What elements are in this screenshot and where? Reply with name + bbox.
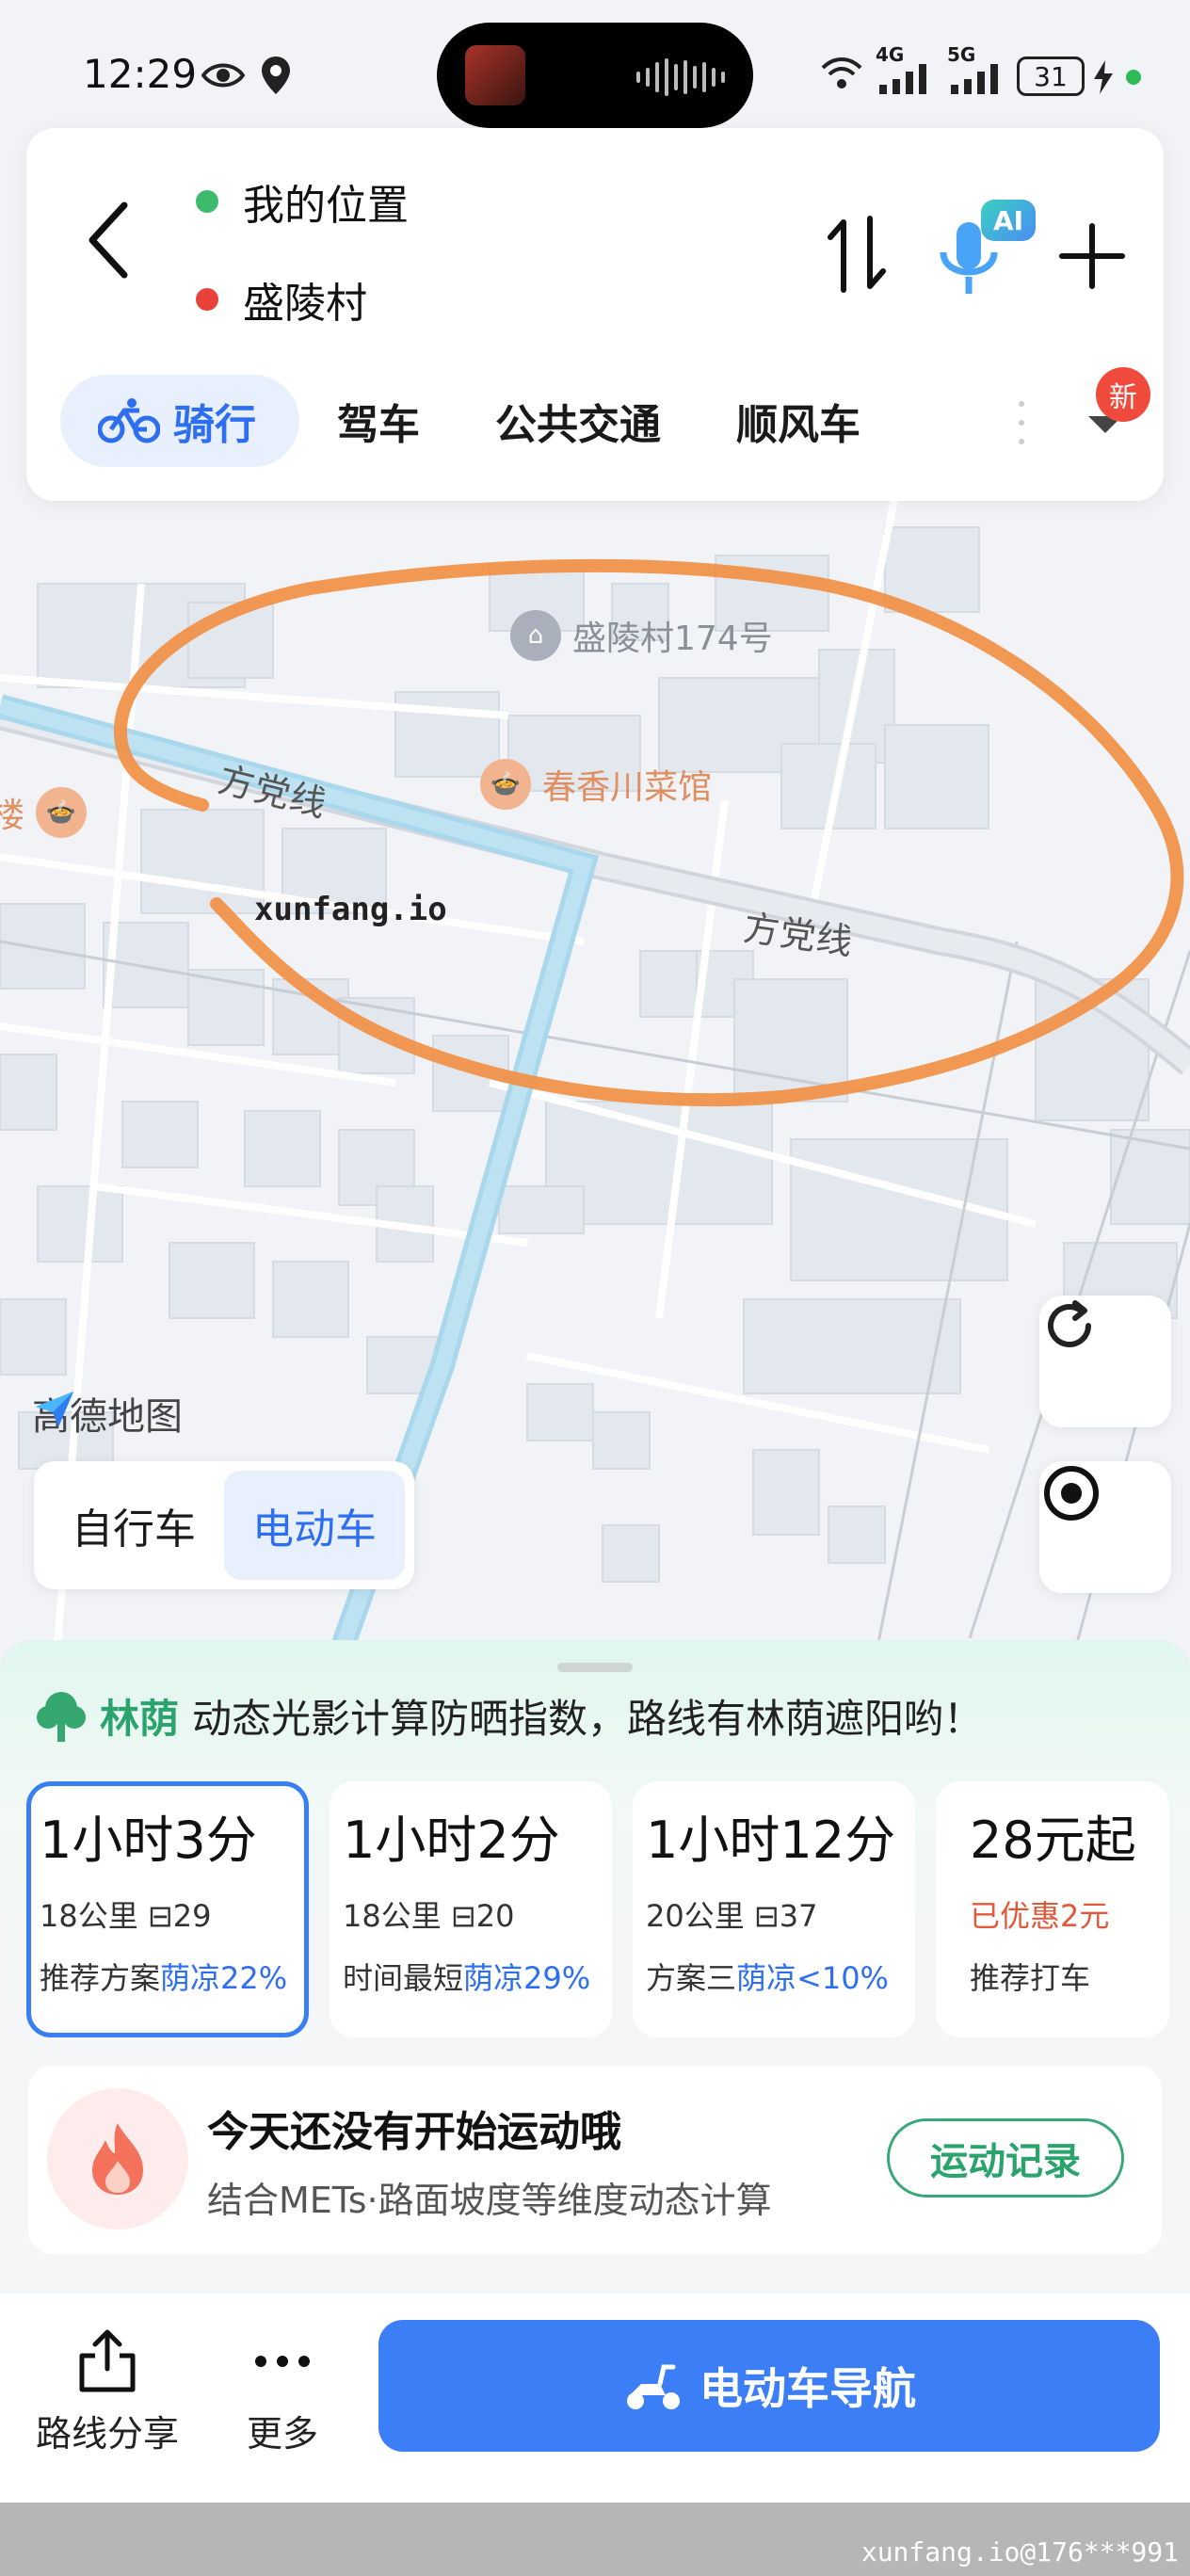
drag-handle[interactable] xyxy=(557,1663,633,1672)
route-search-card: 我的位置 盛陵村 AI 骑行 驾车 公共交通 顺风车 xyxy=(26,128,1164,501)
wifi-icon xyxy=(821,57,862,89)
bicycle-icon xyxy=(98,398,160,443)
poi-building[interactable]: 楼 🍲 xyxy=(0,787,88,838)
restaurant-icon: 🍲 xyxy=(480,759,531,810)
signal-icon xyxy=(951,64,998,94)
clock: 12:29 xyxy=(83,51,198,97)
back-icon[interactable] xyxy=(83,200,139,281)
more-icon xyxy=(255,2356,310,2367)
origin-dot xyxy=(196,190,218,213)
share-icon xyxy=(79,2329,136,2392)
route-option-1[interactable]: 1小时3分 18公里 ⊟29 推荐方案荫凉22% xyxy=(26,1781,309,2037)
location-icon xyxy=(262,56,290,94)
share-route-button[interactable]: 路线分享 xyxy=(36,2327,179,2456)
media-thumbnail xyxy=(465,45,525,105)
refresh-button[interactable] xyxy=(1039,1296,1171,1427)
bottom-action-bar: 路线分享 更多 电动车导航 xyxy=(0,2294,1190,2503)
add-waypoint-icon[interactable] xyxy=(1058,222,1126,290)
locate-icon xyxy=(1044,1466,1099,1521)
amap-logo: 高德地图 xyxy=(32,1386,183,1441)
audio-wave-icon xyxy=(636,58,725,96)
mic-active-dot xyxy=(1126,70,1141,85)
footer-watermark: xunfang.io@176***991 xyxy=(860,2536,1179,2568)
poi-village[interactable]: ⌂ 盛陵村174号 xyxy=(510,610,773,661)
building-icon: ⌂ xyxy=(510,610,561,661)
tab-cycling[interactable]: 骑行 xyxy=(60,375,299,467)
locate-button[interactable] xyxy=(1039,1461,1171,1593)
map-watermark: xunfang.io xyxy=(254,891,447,928)
traffic-light-icon: ⊟ xyxy=(450,1898,476,1934)
ebike-navigation-button[interactable]: 电动车导航 xyxy=(378,2320,1160,2452)
battery-icon: 31 xyxy=(1017,56,1085,96)
traffic-light-icon: ⊟ xyxy=(753,1898,780,1934)
tab-driving[interactable]: 驾车 xyxy=(299,375,458,467)
swap-icon[interactable] xyxy=(827,215,889,294)
ebike-option[interactable]: 电动车 xyxy=(224,1471,405,1580)
new-badge: 新 xyxy=(1096,367,1150,422)
signal-icon xyxy=(879,64,926,94)
fire-icon xyxy=(47,2088,188,2230)
charging-icon xyxy=(1094,60,1113,94)
ai-badge: AI xyxy=(981,200,1036,241)
traffic-light-icon: ⊟ xyxy=(147,1898,173,1934)
tab-transit[interactable]: 公共交通 xyxy=(458,375,699,467)
shade-tip[interactable]: 林荫 动态光影计算防晒指数，路线有林荫遮阳哟！ xyxy=(36,1687,983,1745)
destination-dot xyxy=(196,288,218,311)
dynamic-island[interactable] xyxy=(437,23,753,128)
route-sheet: 林荫 动态光影计算防晒指数，路线有林荫遮阳哟！ 1小时3分 18公里 ⊟29 推… xyxy=(0,1640,1190,2294)
route-option-3[interactable]: 1小时12分 20公里 ⊟37 方案三荫凉<10% xyxy=(633,1781,915,2037)
route-option-2[interactable]: 1小时2分 18公里 ⊟20 时间最短荫凉29% xyxy=(330,1781,612,2037)
restaurant-icon: 🍲 xyxy=(36,787,88,838)
tab-carpool[interactable]: 顺风车 xyxy=(699,375,898,467)
destination-field[interactable]: 盛陵村 xyxy=(196,269,367,330)
route-option-taxi[interactable]: 28元起 已优惠2元 推荐打车 xyxy=(936,1781,1169,2037)
bike-type-switch: 自行车 电动车 xyxy=(34,1461,414,1589)
exercise-record-button[interactable]: 运动记录 xyxy=(887,2118,1124,2198)
exercise-card: 今天还没有开始运动哦 结合METs·路面坡度等维度动态计算 运动记录 xyxy=(28,2066,1162,2254)
tree-icon xyxy=(37,1691,86,1742)
amap-logo-icon xyxy=(36,1392,73,1427)
system-nav-bar: xunfang.io@176***991 xyxy=(0,2503,1190,2576)
origin-field[interactable]: 我的位置 xyxy=(196,171,409,232)
mode-tabs: 骑行 驾车 公共交通 顺风车 xyxy=(60,375,898,467)
poi-restaurant[interactable]: 🍲 春香川菜馆 xyxy=(480,759,712,810)
scooter-icon xyxy=(627,2364,680,2409)
refresh-icon xyxy=(1048,1300,1091,1347)
bicycle-option[interactable]: 自行车 xyxy=(43,1471,224,1580)
eye-icon xyxy=(201,63,245,88)
ai-voice-button[interactable]: AI xyxy=(930,200,1043,313)
divider-dots xyxy=(1019,401,1024,444)
more-button[interactable]: 更多 xyxy=(247,2327,318,2456)
